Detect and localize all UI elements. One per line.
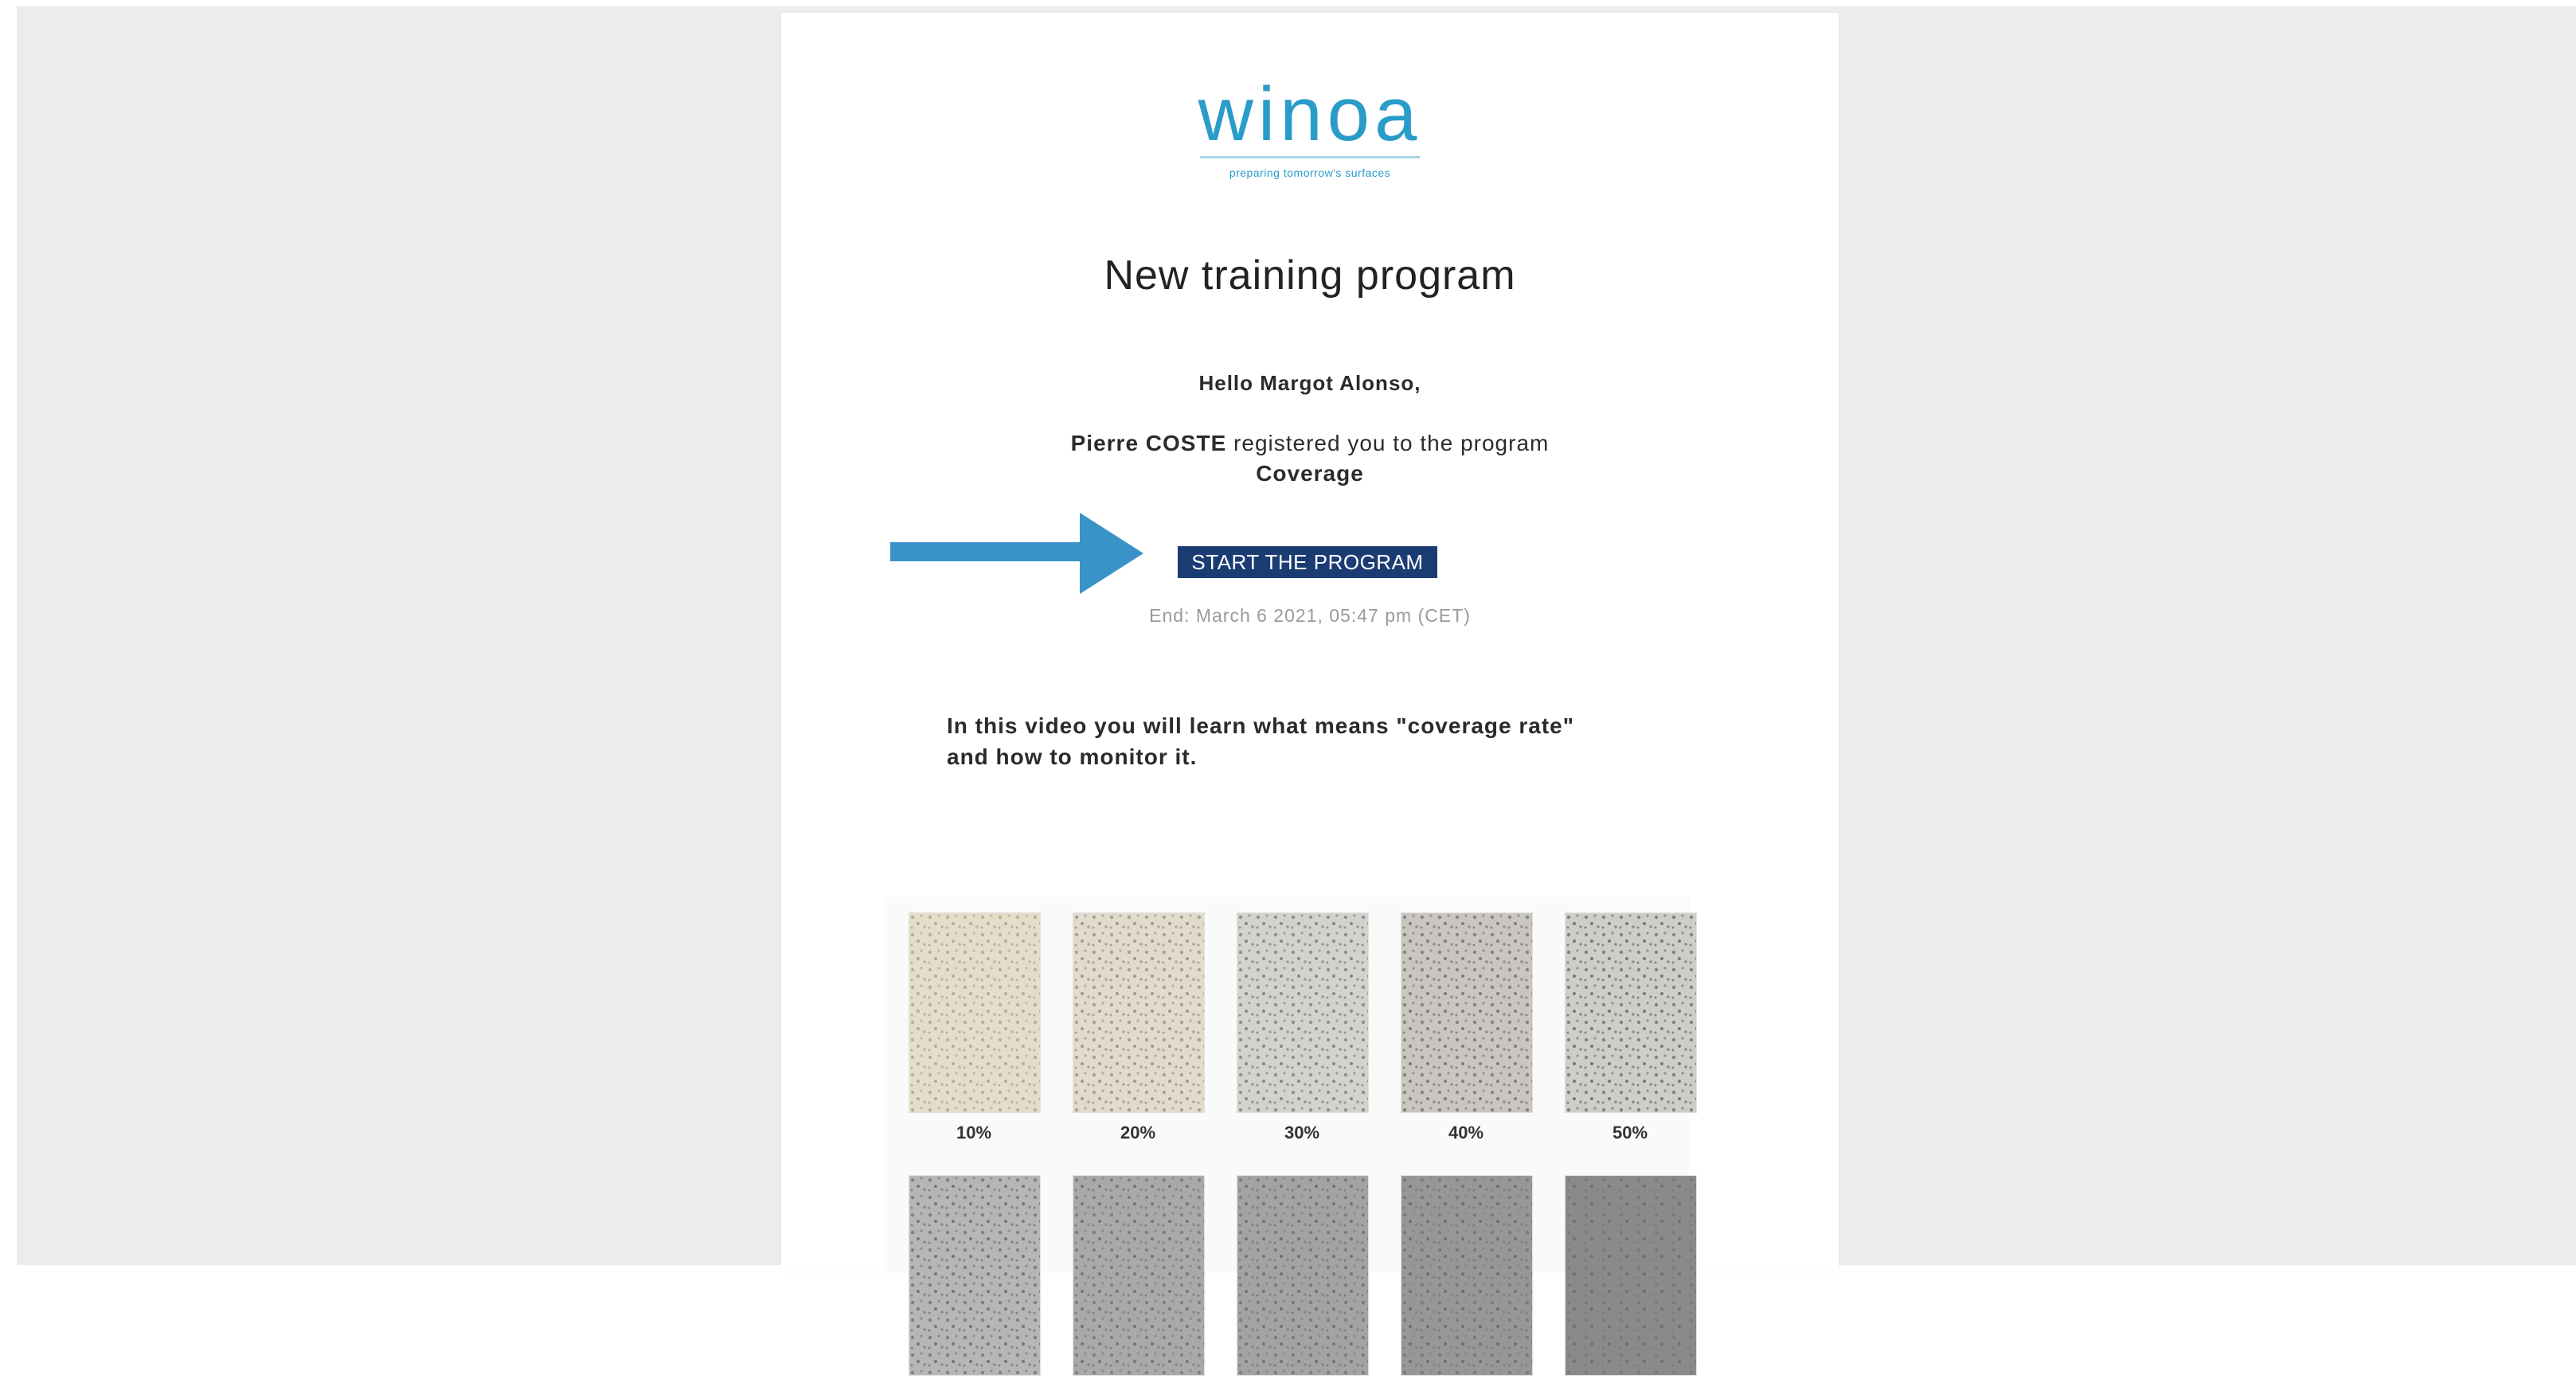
coverage-sample-60 <box>909 1175 1041 1376</box>
coverage-sample-10 <box>909 912 1041 1113</box>
registration-text: Pierre COSTE registered you to the progr… <box>781 428 1839 489</box>
arrow-annotation-icon <box>890 513 1143 594</box>
coverage-sample-20 <box>1073 912 1205 1113</box>
registrar-name: Pierre COSTE <box>1070 431 1227 455</box>
coverage-sample-30 <box>1237 912 1369 1113</box>
logo-wordmark: winoa <box>1198 72 1422 157</box>
intro-line-1: In this video you will learn what means … <box>947 713 1575 738</box>
email-title: New training program <box>1104 252 1516 299</box>
intro-line-2: and how to monitor it. <box>947 744 1198 769</box>
coverage-sample-100 <box>1565 1175 1697 1376</box>
coverage-sample-70 <box>1073 1175 1205 1376</box>
program-name: Coverage <box>1256 461 1364 486</box>
greeting-text: Hello Margot Alonso, <box>1198 371 1421 395</box>
registration-phrase: registered you to the program <box>1226 431 1550 455</box>
coverage-label: 10% <box>956 1123 992 1143</box>
coverage-rate-image: 10% 20% 30% 40% 50% <box>885 897 1697 1376</box>
program-end-date: End: March 6 2021, 05:47 pm (CET) <box>1149 605 1471 626</box>
start-program-button[interactable]: START THE PROGRAM <box>1178 546 1437 578</box>
intro-paragraph: In this video you will learn what means … <box>947 710 1648 772</box>
coverage-label: 40% <box>1448 1123 1484 1143</box>
coverage-sample-90 <box>1401 1175 1533 1376</box>
email-card: winoa preparing tomorrow's surfaces New … <box>781 13 1839 1376</box>
coverage-sample-80 <box>1237 1175 1369 1376</box>
coverage-label: 30% <box>1284 1123 1320 1143</box>
winoa-logo: winoa preparing tomorrow's surfaces <box>781 76 1839 179</box>
coverage-sample-50 <box>1565 912 1697 1113</box>
logo-tagline: preparing tomorrow's surfaces <box>1229 166 1391 179</box>
coverage-sample-40 <box>1401 912 1533 1113</box>
viewport-background: winoa preparing tomorrow's surfaces New … <box>17 6 2576 1376</box>
coverage-label: 20% <box>1120 1123 1156 1143</box>
coverage-label: 50% <box>1612 1123 1648 1143</box>
